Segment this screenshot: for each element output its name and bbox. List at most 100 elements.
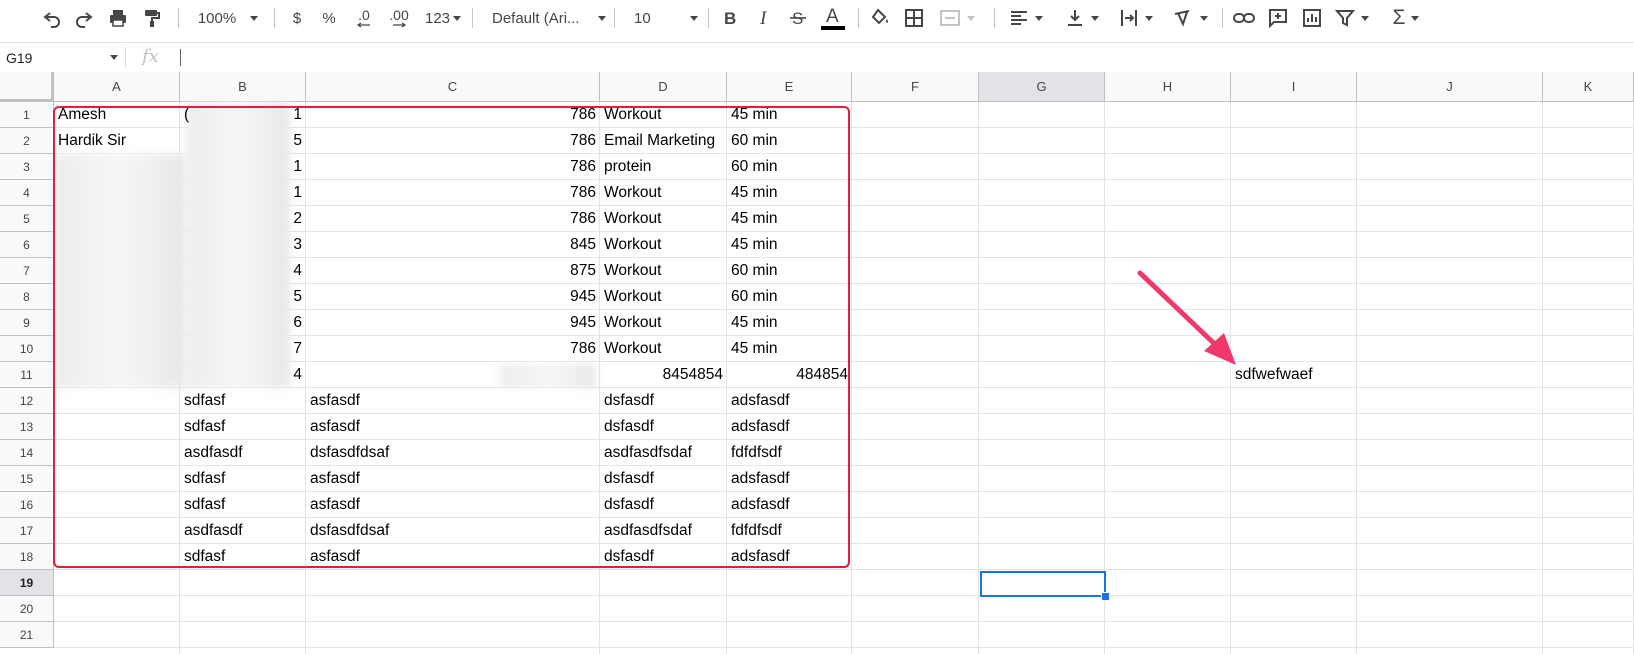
cell-c1[interactable]: 786: [306, 102, 600, 128]
row-header-1[interactable]: 1: [0, 102, 54, 128]
cell-d4[interactable]: Workout: [600, 180, 727, 206]
cell-d14[interactable]: asdfasdfsdaf: [600, 440, 727, 466]
font-size-select[interactable]: 10: [626, 0, 698, 36]
row-header-19[interactable]: 19: [0, 570, 54, 596]
cell-e18[interactable]: adsfasdf: [727, 544, 852, 570]
cell-d3[interactable]: protein: [600, 154, 727, 180]
cell-e14[interactable]: fdfdfsdf: [727, 440, 852, 466]
cell-b6[interactable]: 3: [180, 232, 306, 258]
cell-b12[interactable]: sdfasf: [180, 388, 306, 414]
font-select[interactable]: Default (Ari...: [484, 0, 606, 36]
column-header-d[interactable]: D: [600, 72, 727, 102]
cell-a1[interactable]: Amesh: [54, 102, 180, 128]
row-header-13[interactable]: 13: [0, 414, 54, 440]
row-header-8[interactable]: 8: [0, 284, 54, 310]
cell-e9[interactable]: 45 min: [727, 310, 852, 336]
undo-icon[interactable]: [38, 0, 66, 36]
cell-d15[interactable]: dsfasdf: [600, 466, 727, 492]
cell-c7[interactable]: 875: [306, 258, 600, 284]
row-header-5[interactable]: 5: [0, 206, 54, 232]
cell-b2[interactable]: 5: [180, 128, 306, 154]
cell-d16[interactable]: dsfasdf: [600, 492, 727, 518]
row-header-3[interactable]: 3: [0, 154, 54, 180]
cell-b1-suffix[interactable]: 1: [180, 102, 306, 128]
cell-a2[interactable]: Hardik Sir: [54, 128, 180, 154]
cell-e5[interactable]: 45 min: [727, 206, 852, 232]
print-icon[interactable]: [104, 0, 132, 36]
row-header-2[interactable]: 2: [0, 128, 54, 154]
cell-d8[interactable]: Workout: [600, 284, 727, 310]
text-wrapping-icon[interactable]: [1114, 0, 1158, 36]
row-header-9[interactable]: 9: [0, 310, 54, 336]
row-header-18[interactable]: 18: [0, 544, 54, 570]
cell-b13[interactable]: sdfasf: [180, 414, 306, 440]
cell-b15[interactable]: sdfasf: [180, 466, 306, 492]
cell-d18[interactable]: dsfasdf: [600, 544, 727, 570]
row-header-15[interactable]: 15: [0, 466, 54, 492]
column-header-g[interactable]: G: [979, 72, 1105, 102]
borders-icon[interactable]: [900, 0, 928, 36]
cell-d2[interactable]: Email Marketing: [600, 128, 727, 154]
cell-c2[interactable]: 786: [306, 128, 600, 154]
functions-icon[interactable]: Σ: [1384, 0, 1428, 36]
cell-c9[interactable]: 945: [306, 310, 600, 336]
row-header-10[interactable]: 10: [0, 336, 54, 362]
cell-e1[interactable]: 45 min: [727, 102, 852, 128]
spreadsheet-grid[interactable]: A B C D E F G H I J K 1 2 3 4 5 6 7 8 9 10 11 12 13 14 15 16 17 18 19…: [0, 72, 1634, 654]
cell-b7[interactable]: 4: [180, 258, 306, 284]
column-header-i[interactable]: I: [1231, 72, 1357, 102]
vertical-align-icon[interactable]: [1060, 0, 1104, 36]
cell-e8[interactable]: 60 min: [727, 284, 852, 310]
cell-b16[interactable]: sdfasf: [180, 492, 306, 518]
zoom-select[interactable]: 100%: [192, 0, 264, 36]
italic-icon[interactable]: I: [750, 0, 778, 36]
row-header-7[interactable]: 7: [0, 258, 54, 284]
currency-format-button[interactable]: $: [286, 0, 308, 36]
cell-b3[interactable]: 1: [180, 154, 306, 180]
row-header-17[interactable]: 17: [0, 518, 54, 544]
cell-e17[interactable]: fdfdfsdf: [727, 518, 852, 544]
cell-b11[interactable]: 4: [180, 362, 306, 388]
cell-e7[interactable]: 60 min: [727, 258, 852, 284]
cell-c4[interactable]: 786: [306, 180, 600, 206]
row-header-16[interactable]: 16: [0, 492, 54, 518]
cell-b17[interactable]: asdfasdf: [180, 518, 306, 544]
row-header-4[interactable]: 4: [0, 180, 54, 206]
cell-e11[interactable]: 484854: [727, 362, 852, 388]
name-box[interactable]: G19: [6, 43, 118, 72]
bold-icon[interactable]: B: [716, 0, 744, 36]
cell-e6[interactable]: 45 min: [727, 232, 852, 258]
decrease-decimal-button[interactable]: .0: [350, 0, 378, 36]
cell-e3[interactable]: 60 min: [727, 154, 852, 180]
insert-link-icon[interactable]: [1230, 0, 1258, 36]
cell-c13[interactable]: asfasdf: [306, 414, 600, 440]
column-header-f[interactable]: F: [852, 72, 979, 102]
cell-b10[interactable]: 7: [180, 336, 306, 362]
cell-c3[interactable]: 786: [306, 154, 600, 180]
merge-cells-icon[interactable]: [934, 0, 980, 36]
column-header-c[interactable]: C: [306, 72, 600, 102]
text-color-icon[interactable]: A: [818, 0, 848, 36]
formula-input[interactable]: [180, 49, 181, 66]
cell-c5[interactable]: 786: [306, 206, 600, 232]
column-header-k[interactable]: K: [1543, 72, 1634, 102]
cell-c17[interactable]: dsfasdfdsaf: [306, 518, 600, 544]
cell-e16[interactable]: adsfasdf: [727, 492, 852, 518]
cell-d6[interactable]: Workout: [600, 232, 727, 258]
row-header-11[interactable]: 11: [0, 362, 54, 388]
column-header-h[interactable]: H: [1105, 72, 1231, 102]
cell-c16[interactable]: asfasdf: [306, 492, 600, 518]
column-header-b[interactable]: B: [180, 72, 306, 102]
row-header-6[interactable]: 6: [0, 232, 54, 258]
row-header-21[interactable]: 21: [0, 622, 54, 648]
strikethrough-icon[interactable]: S: [784, 0, 812, 36]
paint-format-icon[interactable]: [138, 0, 166, 36]
cell-d17[interactable]: asdfasdfsdaf: [600, 518, 727, 544]
cell-d1[interactable]: Workout: [600, 102, 727, 128]
cell-b5[interactable]: 2: [180, 206, 306, 232]
column-header-e[interactable]: E: [727, 72, 852, 102]
row-header-14[interactable]: 14: [0, 440, 54, 466]
percent-format-button[interactable]: %: [318, 0, 340, 36]
filter-icon[interactable]: [1330, 0, 1374, 36]
cell-d5[interactable]: Workout: [600, 206, 727, 232]
